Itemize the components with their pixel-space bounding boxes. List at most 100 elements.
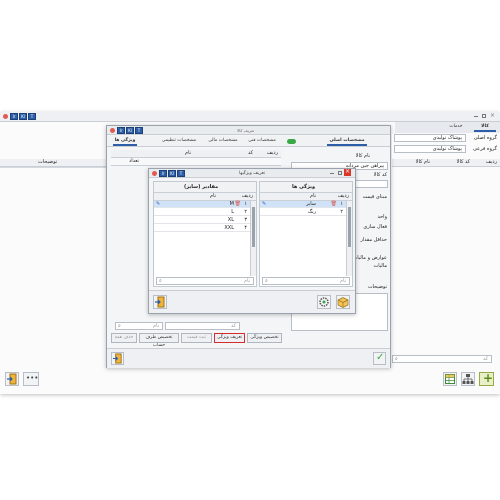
window-controls[interactable]: ×	[474, 113, 496, 119]
close-dot-icon[interactable]	[110, 128, 115, 133]
tab-features[interactable]: ویژگی ها	[113, 136, 137, 146]
trash-icon[interactable]: 🗑	[331, 201, 337, 208]
box-button[interactable]	[336, 295, 350, 309]
name-placeholder: نام	[152, 323, 159, 329]
main-tabstrip: کالا خدمات	[395, 122, 500, 133]
row-name: رنگ	[307, 209, 316, 215]
main-group-input[interactable]: پوشاک تولیدی	[394, 134, 466, 142]
features-search-input[interactable]: کد	[165, 322, 240, 330]
minimize-icon[interactable]	[474, 116, 478, 117]
close-icon[interactable]: ×	[344, 169, 351, 176]
goods-search-input[interactable]: کد ⌕	[392, 355, 492, 363]
dialog-title: تعریف ویژگیها	[239, 171, 266, 176]
features-grid-header-2: تعداد	[111, 158, 281, 166]
row-name: XXL	[224, 225, 234, 231]
sub-group-input[interactable]: پوشاک تولیدی	[394, 145, 466, 153]
settings-button[interactable]	[317, 295, 331, 309]
close-dot-icon[interactable]	[3, 114, 8, 119]
search-icon[interactable]: ⌕	[265, 278, 268, 285]
tab-settings[interactable]: مشخصات تنظیمی	[159, 136, 199, 146]
row-index: ۱	[244, 201, 247, 207]
attributes-scrollbar[interactable]	[346, 201, 352, 276]
unit-label: واحد	[377, 214, 387, 220]
define-feature-button[interactable]: تعریف ویژگی	[214, 333, 245, 343]
search-icon[interactable]: ⌕	[118, 323, 121, 330]
blue-button-3[interactable]: T	[177, 170, 185, 177]
col-name: نام کالا	[415, 159, 430, 165]
col-name: نام	[184, 150, 191, 156]
delete-all-button[interactable]: حذف همه	[111, 333, 137, 343]
maximize-icon[interactable]	[338, 171, 342, 175]
edit-icon[interactable]: ✎	[262, 201, 266, 208]
blue-button-1[interactable]: Ir	[10, 113, 18, 120]
assign-account-button[interactable]: تخصیص طرف حساب	[139, 333, 179, 348]
assign-feature-button[interactable]: تخصیص ویژگی	[247, 333, 282, 343]
base-price-label: مبنای قیمت	[362, 194, 387, 200]
exit-button[interactable]	[111, 352, 124, 365]
active-toggle[interactable]	[287, 139, 296, 144]
features-name-input[interactable]: نام ⌕	[115, 322, 163, 330]
edit-icon[interactable]: ✎	[156, 201, 160, 208]
blue-button-3[interactable]: T	[28, 113, 36, 120]
search-placeholder: نام	[339, 278, 346, 284]
attributes-panel: ویژگی ها ردیف نام ۱ سایز 🗑 ✎ ۲ رنگ نام ⌕	[259, 181, 353, 287]
blue-button-3[interactable]: T	[135, 127, 143, 134]
values-header: ردیف نام	[154, 193, 256, 201]
main-group-value: پوشاک تولیدی	[432, 135, 462, 141]
search-icon[interactable]: ⌕	[395, 356, 398, 363]
scroll-thumb[interactable]	[252, 207, 255, 247]
maximize-icon[interactable]	[482, 114, 486, 118]
close-dot-icon[interactable]	[152, 171, 157, 176]
list-item[interactable]: ۳ XL	[154, 217, 250, 224]
list-item[interactable]: ۴ XXL	[154, 225, 250, 232]
more-button[interactable]: •••	[23, 372, 39, 386]
blue-button-2[interactable]: Kl	[168, 170, 176, 177]
col-row: ردیف	[485, 159, 497, 165]
register-price-button[interactable]: ثبت قیمت	[181, 333, 212, 343]
attributes-search-input[interactable]: نام ⌕	[262, 277, 350, 285]
attributes-title: ویژگی ها	[292, 184, 316, 190]
row-name: L	[231, 209, 234, 215]
row-name: M	[229, 201, 234, 207]
trash-icon[interactable]: 🗑	[235, 201, 241, 208]
minimize-icon[interactable]	[330, 173, 334, 174]
values-scrollbar[interactable]	[250, 201, 256, 276]
tab-technical[interactable]: مشخصات فنی	[247, 136, 277, 146]
tab-services[interactable]: خدمات	[442, 122, 470, 132]
tab-main-specs[interactable]: مشخصات اصلی	[327, 136, 367, 146]
blue-button-1[interactable]: Ir	[159, 170, 167, 177]
close-icon[interactable]: ×	[490, 113, 495, 119]
tax-label: مالیات	[373, 263, 387, 269]
features-titlebar: Ir Kl T تعریف ویژگیها ×	[149, 169, 355, 178]
list-item[interactable]: ۱ M 🗑 ✎	[154, 201, 250, 208]
excel-button[interactable]	[443, 372, 457, 386]
exit-button[interactable]	[5, 372, 19, 386]
blue-button-1[interactable]: Ir	[117, 127, 125, 134]
scroll-thumb[interactable]	[348, 207, 351, 247]
list-item[interactable]: ۱ سایز 🗑 ✎	[260, 201, 346, 208]
product-titlebar: Ir Kl T تعریف کالا	[107, 126, 390, 135]
tab-goods[interactable]: کالا	[474, 122, 496, 132]
add-button[interactable]: +	[479, 371, 494, 386]
row-index: ۲	[244, 209, 247, 215]
values-list: ۱ M 🗑 ✎ ۲ L ۳ XL ۴ XXL	[154, 201, 250, 271]
exit-button[interactable]	[153, 295, 167, 309]
group-panel: گروه اصلی پوشاک تولیدی گروه فرعی پوشاک ت…	[392, 134, 500, 158]
confirm-button[interactable]: ✓	[373, 352, 386, 365]
features-bottom-bar	[149, 290, 355, 313]
features-grid-header: ردیف کد نام	[111, 150, 281, 158]
blue-button-2[interactable]: Kl	[19, 113, 27, 120]
check-icon: ✓	[376, 352, 385, 363]
values-search-input[interactable]: نام ⌕	[156, 277, 254, 285]
dialog-controls[interactable]: ×	[330, 169, 352, 177]
blue-button-2[interactable]: Kl	[126, 127, 134, 134]
list-item[interactable]: ۲ رنگ	[260, 209, 346, 216]
attributes-list: ۱ سایز 🗑 ✎ ۲ رنگ	[260, 201, 346, 271]
main-titlebar: Ir Kl T ×	[0, 112, 500, 122]
desc-label: توضیحات	[367, 284, 387, 290]
features-dialog: Ir Kl T تعریف ویژگیها × مقادیر (سایز) رد…	[148, 168, 356, 314]
tab-financial[interactable]: مشخصات مالی	[207, 136, 239, 146]
group-button[interactable]	[461, 372, 475, 386]
search-icon[interactable]: ⌕	[159, 278, 162, 285]
list-item[interactable]: ۲ L	[154, 209, 250, 216]
